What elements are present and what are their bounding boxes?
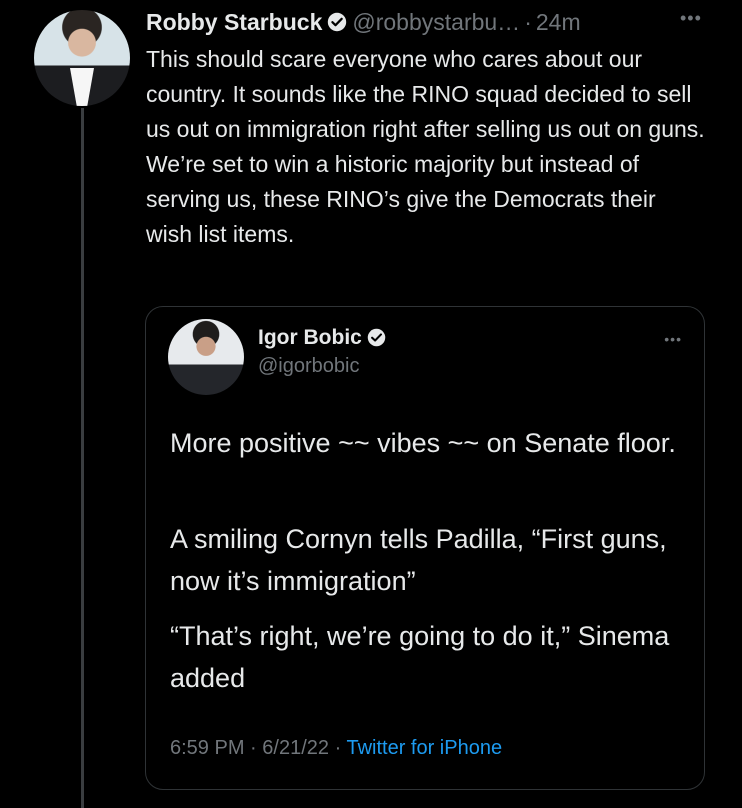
meta-separator: · xyxy=(334,737,342,759)
quoted-author-row: Igor Bobic xyxy=(258,326,392,350)
avatar-shirt xyxy=(70,68,94,106)
quoted-tweet-card[interactable]: Igor Bobic @igorbobic ••• More positive … xyxy=(145,306,705,790)
quoted-paragraph-3: “That’s right, we’re going to do it,” Si… xyxy=(170,621,670,693)
meta-separator: · xyxy=(250,737,257,759)
source-link[interactable]: Twitter for iPhone xyxy=(346,737,502,759)
author-handle[interactable]: @robbystarbu… xyxy=(352,9,520,36)
header-separator: · xyxy=(524,8,532,35)
more-options-icon[interactable]: ••• xyxy=(680,8,702,29)
tweet-header: Robby Starbuck @robbystarbu… · 24m xyxy=(146,6,581,38)
quoted-tweet-metadata: 6:59 PM · 6/21/22 · Twitter for iPhone xyxy=(170,737,502,760)
quoted-paragraph-1: More positive ~~ vibes ~~ on Senate floo… xyxy=(170,428,676,458)
thread-line xyxy=(81,108,84,808)
quoted-author-avatar[interactable] xyxy=(168,319,244,395)
tweet-text: This should scare everyone who cares abo… xyxy=(146,46,705,247)
author-name[interactable]: Robby Starbuck xyxy=(146,9,322,36)
verified-badge-icon xyxy=(367,328,387,348)
author-avatar[interactable] xyxy=(34,10,130,106)
quoted-author-name[interactable]: Igor Bobic xyxy=(258,326,362,350)
quoted-author-handle[interactable]: @igorbobic xyxy=(258,355,359,378)
verified-badge-icon xyxy=(327,12,347,32)
quoted-time[interactable]: 6:59 PM xyxy=(170,737,244,759)
post-time[interactable]: 24m xyxy=(536,9,581,36)
quoted-paragraph-2: A smiling Cornyn tells Padilla, “First g… xyxy=(170,524,667,596)
more-options-icon[interactable]: ••• xyxy=(664,331,682,347)
quoted-date[interactable]: 6/21/22 xyxy=(262,737,329,759)
